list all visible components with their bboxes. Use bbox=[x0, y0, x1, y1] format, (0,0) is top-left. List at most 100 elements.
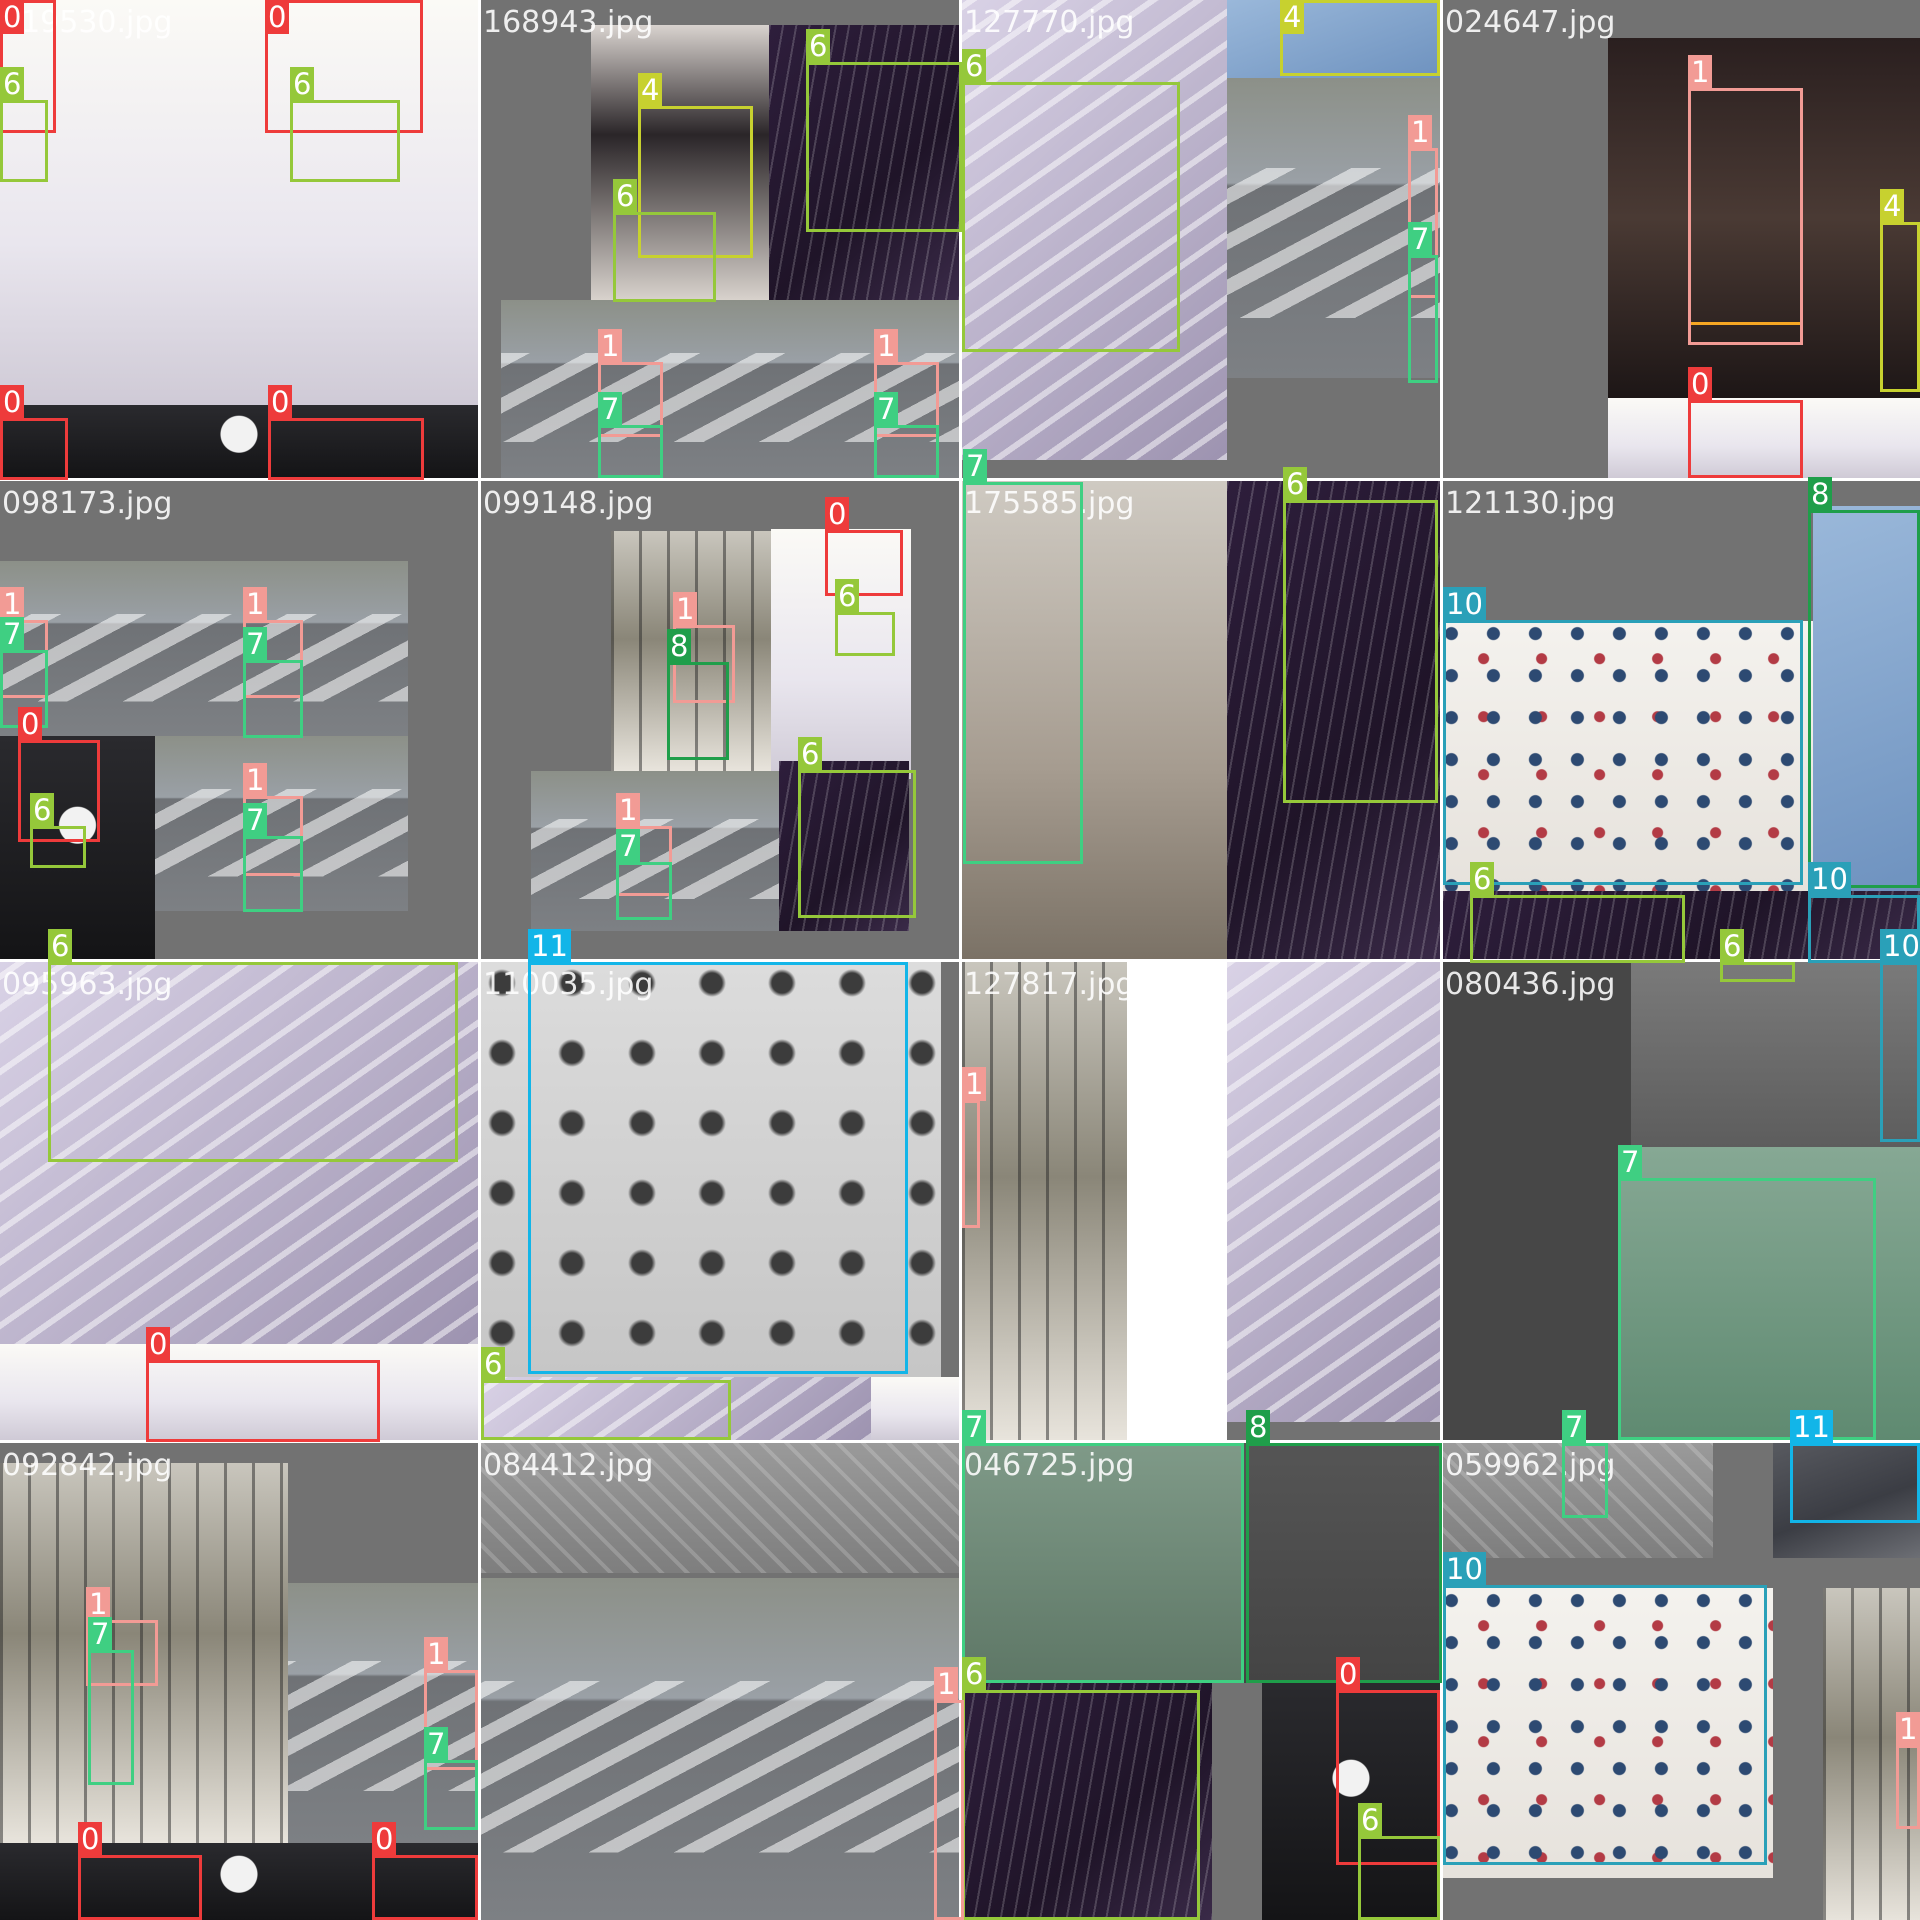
tile-127817: 127817.jpg bbox=[962, 962, 1440, 1440]
tile-024647: 024647.jpg bbox=[1443, 0, 1920, 478]
bbox-label: 1 bbox=[424, 1637, 449, 1671]
bbox-label: 6 bbox=[613, 179, 638, 213]
photo bbox=[1227, 962, 1440, 1422]
bbox-label: 7 bbox=[963, 449, 988, 483]
bbox-label: 1 bbox=[243, 587, 268, 621]
bbox-label: 7 bbox=[1408, 222, 1433, 256]
bbox-class-7: 7 bbox=[874, 392, 939, 478]
bbox-class-4: 4 bbox=[1880, 189, 1920, 392]
bbox-label: 1 bbox=[673, 592, 698, 626]
bbox-label: 7 bbox=[1562, 1410, 1587, 1444]
tile-filename: 080436.jpg bbox=[1445, 967, 1616, 1002]
bbox-label: 0 bbox=[265, 0, 290, 34]
bbox-class-7: 7 bbox=[1562, 1410, 1608, 1518]
bbox-class-1: 1 bbox=[1688, 55, 1803, 345]
bbox-class-6: 6 bbox=[30, 793, 86, 868]
bbox-label: 0 bbox=[78, 1822, 103, 1856]
bbox-label: 6 bbox=[798, 737, 823, 771]
bbox-class-7: 7 bbox=[962, 1410, 1244, 1683]
bbox-class-6: 6 bbox=[962, 49, 1180, 352]
bbox-class-0: 0 bbox=[1688, 367, 1803, 478]
bbox-label: 0 bbox=[146, 1327, 171, 1361]
photo bbox=[481, 1578, 959, 1920]
bbox-label: 6 bbox=[30, 793, 55, 827]
bbox-class-7: 7 bbox=[243, 627, 303, 738]
bbox-label: 11 bbox=[1790, 1410, 1833, 1444]
bbox-label: 4 bbox=[1280, 0, 1305, 34]
bbox-label: 6 bbox=[1720, 929, 1745, 963]
bbox-label: 6 bbox=[962, 49, 987, 83]
bbox-label: 8 bbox=[667, 629, 692, 663]
bbox-label: 7 bbox=[962, 1410, 987, 1444]
bbox-label: 10 bbox=[1443, 587, 1486, 621]
bbox-class-0: 0 bbox=[146, 1327, 380, 1442]
photo bbox=[1127, 962, 1227, 1440]
bbox-class-8: 8 bbox=[667, 629, 729, 760]
bbox-class-6: 6 bbox=[806, 29, 962, 232]
bbox-label: 6 bbox=[1283, 467, 1308, 501]
bbox-label: 7 bbox=[1618, 1145, 1643, 1179]
tile-092842: 092842.jpg bbox=[0, 1443, 478, 1920]
bbox-label: 1 bbox=[1408, 115, 1433, 149]
bbox-class-8: 8 bbox=[1808, 477, 1920, 888]
bbox-label: 0 bbox=[825, 497, 850, 531]
bbox-label: 8 bbox=[1808, 477, 1833, 511]
bbox-label: 10 bbox=[1808, 862, 1851, 896]
bbox-class-11: 11 bbox=[528, 929, 908, 1374]
bbox-class-6: 6 bbox=[290, 67, 400, 182]
bbox-label: 1 bbox=[1688, 55, 1713, 89]
bbox-label: 7 bbox=[88, 1617, 113, 1651]
bbox-class-6: 6 bbox=[835, 579, 895, 656]
bbox-class-6: 6 bbox=[1283, 467, 1438, 803]
bbox-class-6: 6 bbox=[0, 67, 48, 182]
bbox-label: 0 bbox=[268, 385, 293, 419]
bbox-label: 10 bbox=[1443, 1552, 1486, 1586]
bbox-class-6: 6 bbox=[1720, 929, 1795, 982]
bbox-class-1: 1 bbox=[934, 1667, 964, 1920]
bbox-class-1: 1 bbox=[1896, 1712, 1920, 1829]
bbox-class-7: 7 bbox=[598, 392, 663, 478]
bbox-class-7: 7 bbox=[88, 1617, 134, 1785]
bbox-label: 4 bbox=[638, 73, 663, 107]
bbox-class-7: 7 bbox=[1618, 1145, 1876, 1440]
bbox-label: 7 bbox=[598, 392, 623, 426]
bbox-label: 6 bbox=[1470, 862, 1495, 896]
photo bbox=[481, 1443, 959, 1573]
bbox-label: 6 bbox=[806, 29, 831, 63]
photo bbox=[1631, 962, 1920, 1147]
bbox-class-6: 6 bbox=[962, 1657, 1200, 1920]
bbox-label: 0 bbox=[1336, 1657, 1361, 1691]
bbox-label: 7 bbox=[243, 803, 268, 837]
bbox-label: 1 bbox=[86, 1587, 111, 1621]
bbox-class-0: 0 bbox=[0, 385, 68, 480]
bbox-class-6: 6 bbox=[1470, 862, 1685, 963]
bbox-label: 1 bbox=[598, 329, 623, 363]
tile-filename: 121130.jpg bbox=[1445, 486, 1616, 521]
bbox-class-0: 0 bbox=[78, 1822, 202, 1920]
bbox-label: 6 bbox=[48, 929, 73, 963]
bbox-label: 0 bbox=[372, 1822, 397, 1856]
tile-filename: 024647.jpg bbox=[1445, 5, 1616, 40]
bbox-label: 7 bbox=[243, 627, 268, 661]
bbox-label: 1 bbox=[1896, 1712, 1920, 1746]
detection-mosaic: 019530.jpg 168943.jpg 127770.jpg 024647.… bbox=[0, 0, 1920, 1920]
bbox-label: 11 bbox=[528, 929, 571, 963]
bbox-class-0: 0 bbox=[372, 1822, 478, 1920]
bbox-label: 8 bbox=[1246, 1410, 1271, 1444]
bbox-label: 6 bbox=[290, 67, 315, 101]
bbox-class-6: 6 bbox=[613, 179, 716, 302]
tile-084412: 084412.jpg bbox=[481, 1443, 959, 1920]
photo bbox=[962, 962, 1127, 1440]
photo bbox=[871, 1377, 959, 1440]
bbox-label: 4 bbox=[1880, 189, 1905, 223]
photo bbox=[0, 561, 408, 736]
tile-filename: 098173.jpg bbox=[2, 486, 173, 521]
bbox-class-7: 7 bbox=[1408, 222, 1438, 383]
bbox-class-10: 10 bbox=[1880, 929, 1920, 1142]
bbox-label: 0 bbox=[0, 385, 25, 419]
bbox-label: 1 bbox=[962, 1067, 987, 1101]
bbox-class-7: 7 bbox=[616, 829, 672, 920]
bbox-class-8: 8 bbox=[1246, 1410, 1442, 1683]
bbox-label: 6 bbox=[481, 1347, 506, 1381]
bbox-class-10: 10 bbox=[1443, 587, 1803, 885]
